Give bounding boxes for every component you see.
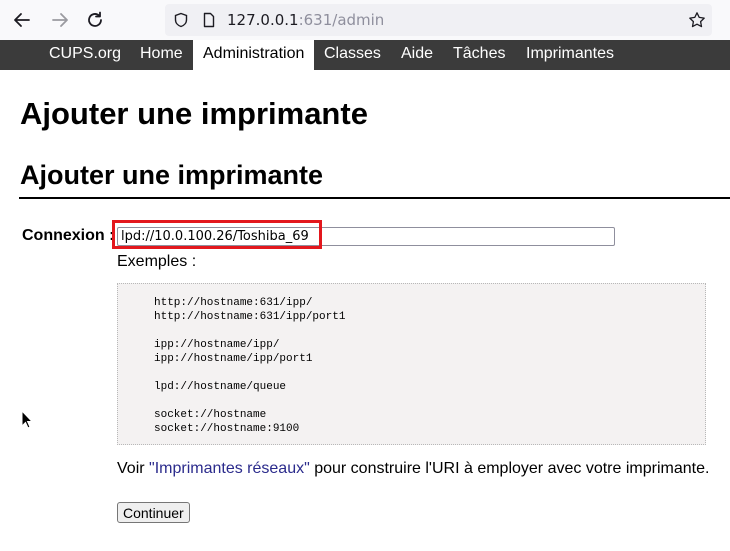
back-icon[interactable] (10, 8, 34, 32)
section-title: Ajouter une imprimante (20, 160, 324, 190)
nav-item-aide[interactable]: Aide (401, 40, 433, 70)
nav-item-administration[interactable]: Administration (193, 40, 315, 70)
connection-label: Connexion : (22, 227, 115, 244)
page-icon[interactable] (201, 12, 217, 28)
url-port-path: :631/admin (298, 11, 385, 29)
help-text: Voir "Imprimantes réseaux" pour construi… (117, 460, 709, 478)
shield-icon[interactable] (173, 12, 189, 28)
nav-item-classes[interactable]: Classes (324, 40, 381, 70)
url-host: 127.0.0.1 (227, 11, 299, 29)
star-icon[interactable] (688, 11, 706, 29)
nav-item-cups-org[interactable]: CUPS.org (49, 40, 121, 70)
mouse-cursor-icon (21, 409, 34, 435)
forward-icon[interactable] (48, 8, 72, 32)
examples-box: http://hostname:631/ipp/ http://hostname… (117, 283, 706, 445)
connection-input[interactable] (117, 227, 615, 246)
url-bar[interactable]: 127.0.0.1:631/admin (165, 4, 712, 36)
continue-button[interactable]: Continuer (117, 502, 190, 523)
page-title: Ajouter une imprimante (20, 96, 368, 131)
nav-item-imprimantes[interactable]: Imprimantes (526, 40, 614, 70)
browser-toolbar: 127.0.0.1:631/admin (0, 0, 730, 40)
nav-item-home[interactable]: Home (140, 40, 183, 70)
help-suffix: pour construire l'URI à employer avec vo… (309, 460, 710, 477)
help-prefix: Voir (117, 460, 150, 477)
network-printers-link[interactable]: "Imprimantes réseaux" (149, 460, 310, 477)
examples-list: http://hostname:631/ipp/ http://hostname… (154, 297, 346, 435)
title-divider (19, 197, 730, 199)
nav-item-taches[interactable]: Tâches (453, 40, 505, 70)
url-text[interactable]: 127.0.0.1:631/admin (227, 11, 384, 29)
reload-icon[interactable] (83, 8, 107, 32)
examples-label: Exemples : (117, 253, 197, 270)
site-nav: CUPS.org Home Administration Classes Aid… (0, 40, 730, 70)
